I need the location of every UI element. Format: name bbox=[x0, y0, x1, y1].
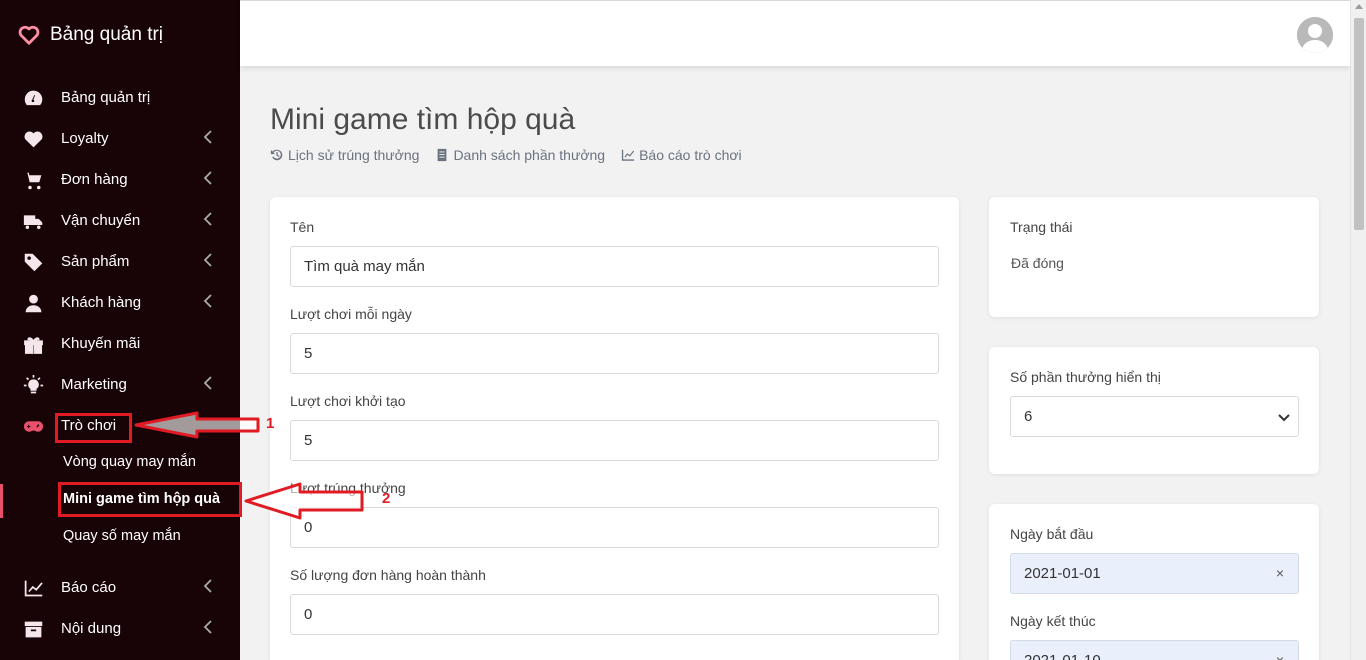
chevron-left-icon bbox=[203, 130, 215, 146]
history-icon bbox=[270, 149, 283, 161]
winning-history-link[interactable]: Lịch sử trúng thưởng bbox=[270, 147, 419, 163]
user-icon bbox=[22, 292, 44, 314]
page-scrollbar[interactable] bbox=[1350, 0, 1366, 660]
tag-icon bbox=[22, 251, 44, 273]
lightbulb-icon bbox=[22, 374, 44, 396]
clear-start-date-button[interactable]: × bbox=[1276, 554, 1284, 593]
end-date-label: Ngày kết thúc bbox=[1010, 613, 1096, 629]
truck-icon bbox=[22, 210, 44, 232]
chevron-left-icon bbox=[203, 253, 215, 269]
end-date-input[interactable]: 2021-01-10 × bbox=[1010, 640, 1299, 660]
status-card: Trạng thái Đã đóng bbox=[989, 197, 1319, 317]
rewards-shown-value: 6 bbox=[1024, 408, 1033, 425]
scroll-up-arrow[interactable] bbox=[1355, 4, 1363, 9]
completed-orders-label: Số lượng đơn hàng hoàn thành bbox=[290, 567, 486, 583]
rewards-shown-label: Số phần thưởng hiển thị bbox=[1010, 369, 1161, 385]
sidebar-item-reports[interactable]: Báo cáo bbox=[0, 567, 240, 608]
chevron-left-icon bbox=[203, 376, 215, 392]
rewards-shown-select[interactable]: 6 bbox=[1010, 396, 1299, 437]
topbar bbox=[240, 0, 1350, 66]
list-icon bbox=[438, 148, 447, 162]
game-report-link[interactable]: Báo cáo trò chơi bbox=[621, 147, 742, 163]
chevron-left-icon bbox=[203, 579, 215, 595]
sidebar-item-dashboard[interactable]: Bảng quản trị bbox=[0, 77, 240, 118]
heart-icon bbox=[22, 128, 44, 150]
scroll-thumb[interactable] bbox=[1354, 18, 1364, 230]
annotation-number-2: 2 bbox=[382, 490, 391, 507]
status-value: Đã đóng bbox=[1011, 255, 1064, 271]
annotation-number-1: 1 bbox=[266, 415, 275, 432]
dashboard-icon bbox=[22, 87, 44, 109]
sidebar-item-products[interactable]: Sản phẩm bbox=[0, 241, 240, 282]
brand-title: Bảng quản trị bbox=[50, 24, 164, 45]
gift-icon bbox=[22, 333, 44, 355]
chevron-left-icon bbox=[203, 171, 215, 187]
reward-list-link[interactable]: Danh sách phần thưởng bbox=[435, 147, 605, 163]
start-date-input[interactable]: 2021-01-01 × bbox=[1010, 553, 1299, 594]
start-date-label: Ngày bắt đầu bbox=[1010, 526, 1094, 542]
submenu-item-lucky-wheel[interactable]: Vòng quay may mắn bbox=[0, 445, 240, 481]
sidebar-item-promotions[interactable]: Khuyến mãi bbox=[0, 323, 240, 364]
heart-icon bbox=[18, 25, 40, 45]
name-input[interactable]: Tìm quà may mắn bbox=[290, 246, 939, 287]
name-label: Tên bbox=[290, 219, 315, 235]
sidebar-item-shipping[interactable]: Vận chuyển bbox=[0, 200, 240, 241]
completed-orders-input[interactable]: 0 bbox=[290, 594, 939, 635]
annotation-box-games bbox=[55, 413, 132, 443]
plays-per-day-input[interactable]: 5 bbox=[290, 333, 939, 374]
chevron-left-icon bbox=[203, 212, 215, 228]
sidebar-item-customers[interactable]: Khách hàng bbox=[0, 282, 240, 323]
sidebar-item-content[interactable]: Nội dung bbox=[0, 608, 240, 649]
sidebar-item-orders[interactable]: Đơn hàng bbox=[0, 159, 240, 200]
status-label: Trạng thái bbox=[1010, 219, 1073, 235]
dates-card: Ngày bắt đầu 2021-01-01 × Ngày kết thúc … bbox=[989, 504, 1319, 660]
end-date-value: 2021-01-10 bbox=[1024, 652, 1101, 660]
cart-icon bbox=[22, 169, 44, 191]
gamepad-icon bbox=[22, 415, 44, 437]
brand[interactable]: Bảng quản trị bbox=[18, 24, 163, 46]
sidebar: Bảng quản trị Bảng quản trị Loyalty Đơn … bbox=[0, 0, 240, 660]
sidebar-item-marketing[interactable]: Marketing bbox=[0, 364, 240, 405]
wins-input[interactable]: 0 bbox=[290, 507, 939, 548]
page-title: Mini game tìm hộp quà bbox=[270, 103, 576, 136]
clear-end-date-button[interactable]: × bbox=[1276, 641, 1284, 660]
line-chart-icon bbox=[621, 149, 635, 161]
rewards-shown-card: Số phần thưởng hiển thị 6 bbox=[989, 347, 1319, 474]
chart-icon bbox=[22, 577, 44, 599]
page-links: Lịch sử trúng thưởng Danh sách phần thưở… bbox=[270, 147, 742, 163]
user-avatar-icon bbox=[1297, 17, 1333, 53]
plays-per-day-label: Lượt chơi mỗi ngày bbox=[290, 306, 412, 322]
initial-plays-input[interactable]: 5 bbox=[290, 420, 939, 461]
avatar[interactable] bbox=[1297, 17, 1333, 53]
annotation-box-gift-game bbox=[58, 482, 242, 517]
archive-icon bbox=[22, 618, 44, 640]
sidebar-item-loyalty[interactable]: Loyalty bbox=[0, 118, 240, 159]
start-date-value: 2021-01-01 bbox=[1024, 565, 1101, 582]
chevron-down-icon bbox=[1278, 414, 1290, 422]
game-form-card: Tên Tìm quà may mắn Lượt chơi mỗi ngày 5… bbox=[270, 197, 959, 660]
chevron-left-icon bbox=[203, 294, 215, 310]
chevron-left-icon bbox=[203, 620, 215, 636]
initial-plays-label: Lượt chơi khởi tạo bbox=[290, 393, 406, 409]
submenu-item-lucky-draw[interactable]: Quay số may mắn bbox=[0, 519, 240, 555]
